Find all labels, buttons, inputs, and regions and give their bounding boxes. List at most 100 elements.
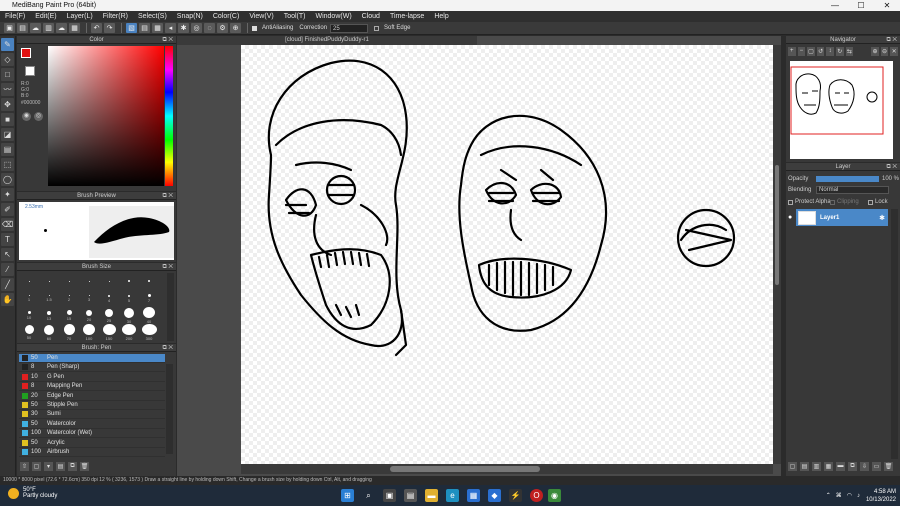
widgets-icon[interactable]: ▤: [404, 489, 417, 502]
new-8bit-layer-icon[interactable]: ▥: [812, 461, 821, 471]
redo-icon[interactable]: ↷: [104, 23, 115, 33]
eyedropper-tool-icon[interactable]: ⁄: [1, 263, 14, 276]
canvas-horizontal-scroll-thumb[interactable]: [390, 466, 540, 472]
brush-size-option[interactable]: 50: [20, 324, 38, 341]
zoom-out-icon[interactable]: −: [797, 46, 806, 56]
menu-layer[interactable]: Layer(L): [62, 13, 98, 20]
snap-off-icon[interactable]: ▧: [126, 23, 137, 33]
brush-size-option[interactable]: [140, 273, 158, 290]
duplicate-brush-icon[interactable]: ⧉: [68, 461, 77, 471]
rotate-reset-icon[interactable]: ↕: [826, 46, 834, 56]
brush-up-icon[interactable]: ⇧: [20, 461, 29, 471]
brush-size-option[interactable]: 200: [120, 324, 138, 341]
dropbox-icon[interactable]: ◆: [488, 489, 501, 502]
brush-size-option[interactable]: 60: [40, 324, 58, 341]
background-color-swatch[interactable]: [25, 66, 35, 76]
brush-size-option[interactable]: 10: [20, 307, 38, 324]
wifi-icon[interactable]: ◠: [847, 492, 852, 499]
protect-alpha-checkbox[interactable]: Protect Alpha: [788, 199, 831, 205]
brush-size-option[interactable]: 20: [80, 307, 98, 324]
hue-slider[interactable]: [165, 46, 173, 186]
menu-snap[interactable]: Snap(N): [172, 13, 208, 20]
brush-list-item[interactable]: 10 G Pen: [19, 373, 165, 382]
save-icon[interactable]: ▥: [43, 23, 54, 33]
brush-size-option[interactable]: 100: [80, 324, 98, 341]
add-brush-menu-icon[interactable]: ▾: [44, 461, 53, 471]
brush-list-item[interactable]: 30 Sumi: [19, 410, 165, 420]
snap-settings-icon[interactable]: ⚙: [217, 23, 228, 33]
brush-list-item[interactable]: 8 Pen (Sharp): [19, 363, 165, 373]
navigator-preview[interactable]: [790, 61, 893, 159]
drawing-canvas[interactable]: [241, 45, 773, 464]
canvas-tab[interactable]: [cloud] FinishedPuddyDuddy-r1: [177, 36, 477, 45]
brush-size-scrollbar[interactable]: [167, 273, 174, 341]
opera-icon[interactable]: O: [530, 489, 543, 502]
start-icon[interactable]: ⊞: [341, 489, 354, 502]
brush-size-option[interactable]: 30: [120, 307, 138, 324]
brush-size-option[interactable]: [100, 273, 118, 290]
brush-size-option[interactable]: 40: [140, 307, 158, 324]
brush-list-item[interactable]: 50 Stipple Pen: [19, 401, 165, 410]
brush-size-option[interactable]: [60, 273, 78, 290]
cloud-open-icon[interactable]: ☁: [30, 23, 41, 33]
opacity-slider-fill[interactable]: [816, 176, 879, 182]
flip-horizontal-icon[interactable]: ⇆: [845, 46, 854, 56]
snap-circle-icon[interactable]: ◎: [191, 23, 202, 33]
snap-radial-icon[interactable]: ✱: [178, 23, 189, 33]
brush-size-option[interactable]: 25: [100, 307, 118, 324]
task-view-icon[interactable]: ▣: [383, 489, 396, 502]
brush-size-option[interactable]: [80, 273, 98, 290]
brush-size-option[interactable]: 300: [140, 324, 158, 341]
lock-box[interactable]: [868, 199, 873, 205]
panel-menu-icon[interactable]: ⧉ ✕: [162, 344, 173, 352]
store-icon[interactable]: ▦: [467, 489, 480, 502]
hand-tool-icon[interactable]: ✋: [1, 293, 14, 306]
new-1bit-layer-icon[interactable]: ▦: [824, 461, 833, 471]
select-tool-icon[interactable]: ⬚: [1, 158, 14, 171]
brush-size-option[interactable]: [20, 273, 38, 290]
foreground-color-swatch[interactable]: [21, 48, 31, 58]
brush-list-item[interactable]: 50 Watercolor: [19, 420, 165, 429]
duplicate-layer-icon[interactable]: ⧉: [848, 461, 857, 471]
menu-edit[interactable]: Edit(E): [30, 13, 61, 20]
brush-list-item[interactable]: 8 Mapping Pen: [19, 382, 165, 392]
brush-size-option[interactable]: 7: [140, 290, 158, 307]
brush-list-item[interactable]: 100 Watercolor (Wet): [19, 429, 165, 439]
color-picker-icon[interactable]: ◎: [34, 112, 43, 121]
lasso-tool-icon[interactable]: ◯: [1, 173, 14, 186]
menu-filter[interactable]: Filter(R): [98, 13, 133, 20]
brush-list-item[interactable]: 50 Pen: [19, 354, 165, 363]
brush-size-option[interactable]: 3: [80, 290, 98, 307]
layer-scrollbar[interactable]: [891, 209, 898, 459]
soft-edge-checkbox[interactable]: [374, 25, 380, 31]
new-folder-icon[interactable]: ▬: [836, 461, 845, 471]
new-layer-icon[interactable]: ▢: [788, 461, 797, 471]
network-icon[interactable]: ⌘: [836, 492, 842, 499]
protect-alpha-box[interactable]: [788, 199, 793, 205]
magic-wand-icon[interactable]: ✦: [1, 188, 14, 201]
brush-size-option[interactable]: 5: [120, 290, 138, 307]
saturation-value-picker[interactable]: [48, 46, 164, 186]
brush-list-scrollbar[interactable]: [166, 364, 173, 454]
merge-down-icon[interactable]: ⇩: [860, 461, 869, 471]
dot-tool-icon[interactable]: □: [1, 68, 14, 81]
new-file-icon[interactable]: ▣: [4, 23, 15, 33]
brush-list-item[interactable]: 50 Acrylic: [19, 439, 165, 448]
blending-select[interactable]: Normal: [816, 186, 889, 194]
fill-tool-icon[interactable]: ◪: [1, 128, 14, 141]
snap-vanishing-icon[interactable]: ◂: [165, 23, 176, 33]
add-brush-icon[interactable]: ▢: [32, 461, 41, 471]
menu-color[interactable]: Color(C): [208, 13, 244, 20]
move-tool-icon[interactable]: ✥: [1, 98, 14, 111]
brush-size-option[interactable]: 4: [100, 290, 118, 307]
snap-cross-icon[interactable]: ▦: [152, 23, 163, 33]
layer-item[interactable]: Layer1 ✱: [796, 209, 888, 226]
brush-size-option[interactable]: 150: [100, 324, 118, 341]
operation-tool-icon[interactable]: ↖: [1, 248, 14, 261]
search-icon[interactable]: ⌕: [362, 489, 375, 502]
rotate-left-icon[interactable]: ↺: [816, 46, 825, 56]
minimize-button[interactable]: —: [822, 0, 848, 11]
snap-curve-icon[interactable]: ◌: [204, 23, 215, 33]
select-pen-icon[interactable]: ✐: [1, 203, 14, 216]
brush-list-item[interactable]: 20 Edge Pen: [19, 392, 165, 401]
